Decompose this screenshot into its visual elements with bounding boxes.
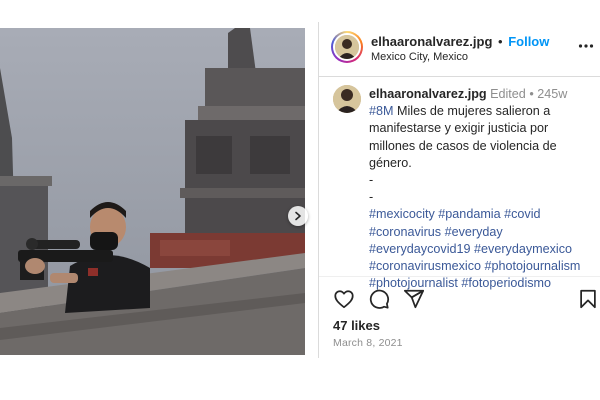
post-photo[interactable] (0, 28, 305, 355)
caption: elhaaronalvarez.jpg Edited • 245w #8M Mi… (369, 86, 589, 292)
caption-text: - (369, 190, 374, 205)
hashtag-link[interactable]: #everydaymexico (474, 242, 572, 256)
hashtag-link[interactable]: #pandamia (438, 207, 500, 221)
more-options-button[interactable] (578, 38, 594, 54)
like-button[interactable] (333, 288, 355, 310)
caption-text: millones de casos de violencia de (369, 138, 557, 153)
caption-line: - (369, 172, 589, 189)
caption-line: #coronavirusmexico #photojournalism (369, 258, 589, 275)
caption-header: elhaaronalvarez.jpg Edited • 245w (369, 86, 589, 103)
header-line: elhaaronalvarez.jpg • Follow (371, 34, 549, 49)
header-separator: • (498, 34, 503, 49)
header-username[interactable]: elhaaronalvarez.jpg (371, 34, 492, 49)
share-icon (403, 289, 425, 309)
chevron-right-icon (295, 211, 301, 221)
hashtag-link[interactable]: #coronavirus (369, 225, 441, 239)
action-bar (333, 288, 596, 312)
follow-button[interactable]: Follow (508, 34, 549, 49)
more-icon (578, 44, 594, 48)
header-avatar[interactable] (335, 35, 359, 59)
hashtag-link[interactable]: #photojournalism (485, 259, 581, 273)
caption-line: #everydaycovid19 #everydaymexico (369, 241, 589, 258)
share-button[interactable] (403, 288, 425, 310)
caption-line: #coronavirus #everyday (369, 224, 589, 241)
caption-text: Miles de mujeres salieron a (393, 104, 551, 119)
hashtag-link[interactable]: #mexicocity (369, 207, 435, 221)
post-date[interactable]: March 8, 2021 (333, 337, 403, 349)
header-divider (319, 76, 600, 77)
comment-icon (369, 289, 390, 309)
heart-icon (334, 290, 354, 309)
caption-line: manifestarse y exigir justicia por (369, 120, 589, 137)
caption-body: #8M Miles de mujeres salieron a manifesta… (369, 103, 589, 292)
caption-line: #mexicocity #pandamia #covid (369, 206, 589, 223)
hashtag-link[interactable]: #everydaycovid19 (369, 242, 471, 256)
post-location[interactable]: Mexico City, Mexico (371, 51, 468, 63)
actions-divider (319, 276, 600, 277)
bookmark-icon (580, 289, 596, 309)
caption-text: - (369, 173, 374, 188)
caption-line: género. (369, 155, 589, 172)
story-ring[interactable] (331, 31, 363, 63)
comment-button[interactable] (368, 288, 390, 310)
caption-avatar[interactable] (333, 85, 361, 113)
caption-line: millones de casos de violencia de (369, 138, 589, 155)
caption-meta-separator: • (529, 87, 534, 101)
hashtag-link[interactable]: #coronavirusmexico (369, 259, 481, 273)
column-divider (318, 22, 319, 358)
hashtag-link[interactable]: #covid (504, 207, 540, 221)
save-button[interactable] (577, 288, 599, 310)
caption-line: - (369, 189, 589, 206)
caption-username[interactable]: elhaaronalvarez.jpg (369, 87, 487, 101)
hashtag-link[interactable]: #everyday (445, 225, 503, 239)
caption-text: género. (369, 155, 412, 170)
post-age[interactable]: 245w (537, 87, 567, 101)
carousel-next-button[interactable] (288, 206, 308, 226)
likes-count[interactable]: 47 likes (333, 318, 380, 333)
caption-line: #8M Miles de mujeres salieron a (369, 103, 589, 120)
edited-label: Edited (490, 87, 526, 101)
hashtag-link[interactable]: #8M (369, 104, 394, 118)
caption-text: manifestarse y exigir justicia por (369, 121, 549, 136)
